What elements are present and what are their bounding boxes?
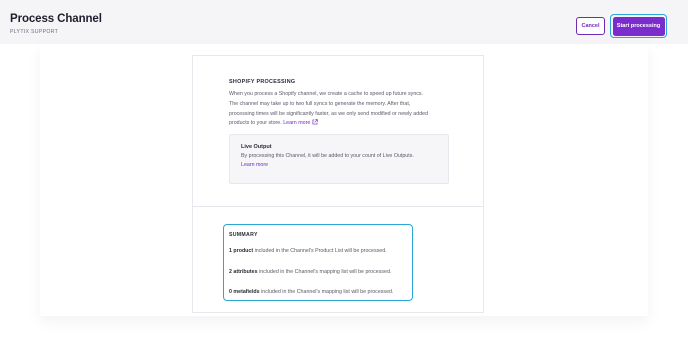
summary-attributes-line: 2 attributes included in the Channel's m… (229, 269, 391, 275)
summary-title: SUMMARY (229, 232, 258, 238)
shopify-learn-more-link[interactable]: Learn more (283, 119, 319, 127)
start-processing-focus-ring: Start processing (610, 14, 667, 38)
summary-metafields-count: 0 metafields (229, 289, 260, 295)
page-subtitle: PLYTIX SUPPORT (10, 29, 59, 35)
summary-metafields-text: included in the Channel's mapping list w… (259, 289, 394, 295)
shopify-learn-more-label: Learn more (283, 120, 311, 127)
summary-attributes-text: included in the Channel's mapping list w… (257, 269, 392, 275)
summary-products-line: 1 product included in the Channel's Prod… (229, 248, 387, 254)
shopify-description-line-3: processing times will be significantly f… (229, 110, 429, 117)
summary-products-text: included in the Channel's Product List w… (253, 248, 387, 254)
live-output-box: Live Output By processing this Channel, … (229, 134, 449, 184)
shopify-description-line-4: products to your store. (229, 120, 282, 127)
shopify-description-line-2: The channel may take up to two full sync… (229, 100, 411, 107)
page-header: Process Channel PLYTIX SUPPORT Cancel St… (0, 0, 688, 44)
section-divider (193, 206, 483, 207)
live-output-description: By processing this Channel, it will be a… (241, 153, 414, 159)
shopify-description: When you process a Shopify channel, we c… (229, 90, 459, 129)
summary-attributes-count: 2 attributes (229, 269, 258, 275)
live-output-learn-more-link[interactable]: Learn more (241, 162, 268, 168)
shopify-description-line-1: When you process a Shopify channel, we c… (229, 91, 424, 97)
summary-box: SUMMARY 1 product included in the Channe… (223, 224, 413, 301)
external-link-icon (312, 119, 319, 125)
start-processing-button[interactable]: Start processing (612, 16, 665, 36)
summary-products-count: 1 product (229, 248, 254, 254)
shopify-section-title: SHOPIFY PROCESSING (229, 79, 296, 85)
page-title: Process Channel (10, 13, 102, 25)
summary-metafields-line: 0 metafields included in the Channel's m… (229, 289, 393, 295)
cancel-button[interactable]: Cancel (576, 17, 605, 35)
live-output-title: Live Output (241, 144, 272, 150)
process-card: SHOPIFY PROCESSING When you process a Sh… (192, 55, 484, 313)
